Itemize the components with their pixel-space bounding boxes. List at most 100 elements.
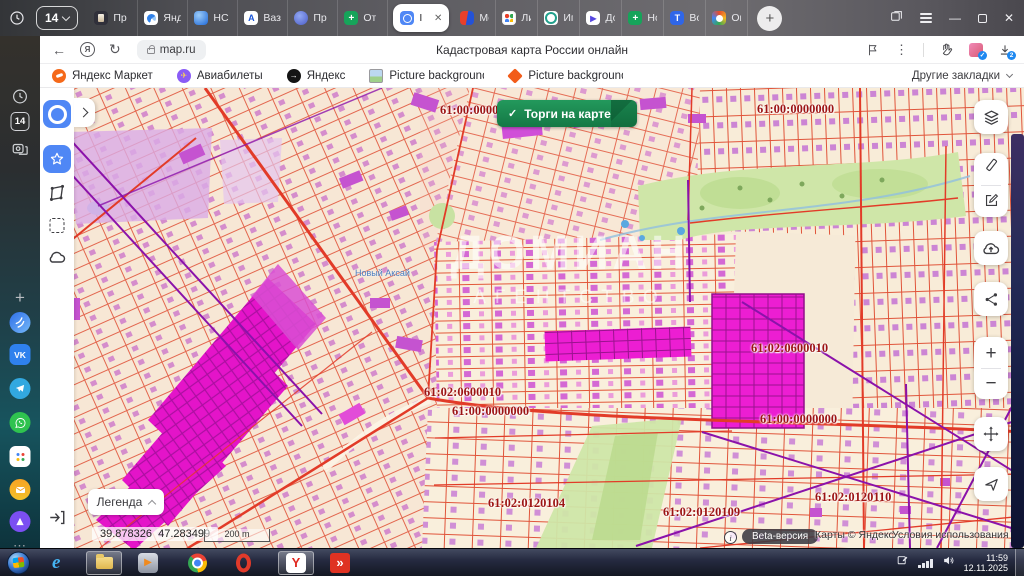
address-bar[interactable]: map.ru — [137, 40, 206, 60]
place-label: Новый Аксай — [355, 268, 410, 278]
locate-button[interactable] — [974, 467, 1008, 501]
minimize-button[interactable]: — — [949, 11, 961, 25]
network-icon[interactable] — [918, 559, 933, 568]
taskbar-chrome[interactable] — [188, 553, 207, 572]
taskbar-opera[interactable] — [236, 553, 251, 572]
tab-5-favicon — [294, 11, 308, 25]
share-button[interactable] — [974, 282, 1008, 316]
edit-icon[interactable] — [983, 192, 1000, 214]
tab-12[interactable]: Но — [622, 0, 664, 36]
terms-link[interactable]: Условия использования — [892, 529, 1009, 541]
layers-button[interactable] — [974, 100, 1008, 134]
bookmark-label: Picture background — [528, 70, 623, 82]
tab-10[interactable]: Ип — [538, 0, 580, 36]
volume-icon[interactable] — [942, 554, 955, 572]
start-button[interactable] — [7, 551, 30, 574]
zoom-in-button[interactable]: + — [974, 339, 1008, 368]
cadastral-quarter-label: 61:00:0000000 — [760, 412, 837, 427]
protect-hand-icon[interactable] — [939, 42, 954, 57]
exit-icon[interactable] — [48, 508, 67, 527]
download-count-badge: 2 — [1007, 51, 1016, 60]
bookmark-aviabilety[interactable]: Авиабилеты — [177, 69, 263, 83]
back-button[interactable]: ← — [52, 42, 66, 58]
expand-panel-button[interactable] — [74, 98, 95, 127]
yandex-icon — [287, 69, 301, 83]
menu-icon[interactable] — [920, 13, 932, 23]
tab-close-icon[interactable]: ✕ — [434, 13, 442, 24]
bookmark-yandex-market[interactable]: Яндекс Маркет — [52, 69, 153, 83]
favorites-star-button[interactable] — [43, 145, 71, 173]
close-button[interactable]: ✕ — [1004, 11, 1014, 25]
cloud-icon[interactable] — [47, 250, 67, 264]
screenshot-icon[interactable] — [11, 140, 29, 158]
browser-tab-strip: 14 Пр Янд НС Ваз Пр От I ✕ Мо Ли Ип До Н… — [0, 0, 1024, 36]
cloud-upload-button[interactable] — [974, 231, 1008, 265]
taskbar-yandex-browser[interactable]: Y — [278, 551, 314, 575]
tab-8[interactable]: Мо — [454, 0, 496, 36]
other-bookmarks-button[interactable]: Другие закладки — [912, 70, 1012, 82]
tab-3[interactable]: НС — [188, 0, 238, 36]
tab-1[interactable]: Пр — [88, 0, 138, 36]
sidebar-history-icon[interactable] — [12, 88, 29, 105]
vk-icon[interactable]: VK — [10, 344, 31, 365]
tab-11[interactable]: До — [580, 0, 622, 36]
area-select-icon[interactable] — [50, 218, 65, 233]
tab-active[interactable]: I ✕ — [393, 4, 449, 32]
refresh-button[interactable]: ↻ — [109, 41, 121, 58]
draw-ruler-icon[interactable] — [983, 157, 1000, 179]
tab-4[interactable]: Ваз — [238, 0, 288, 36]
folder-icon — [96, 557, 113, 569]
tab-5[interactable]: Пр — [288, 0, 338, 36]
clock-time: 11:59 — [964, 553, 1008, 564]
cadastral-map[interactable] — [40, 88, 1024, 548]
side-panel-icon[interactable] — [890, 10, 903, 26]
telegram-icon[interactable] — [10, 378, 31, 399]
url-text: map.ru — [160, 44, 196, 56]
profile-icon[interactable]: Я — [80, 42, 95, 57]
whatsapp-icon[interactable] — [10, 412, 31, 433]
taskbar-remote-app[interactable]: » — [330, 553, 350, 573]
trades-on-map-button[interactable]: ✓ Торги на карте — [497, 100, 637, 127]
sidebar-add-icon[interactable]: + — [15, 288, 25, 308]
show-desktop-button[interactable] — [1015, 549, 1024, 576]
alice-icon[interactable] — [10, 511, 31, 532]
info-icon[interactable]: i — [724, 531, 737, 544]
legend-button[interactable]: Легенда — [88, 489, 164, 515]
taskbar-internet-explorer[interactable]: e — [52, 552, 60, 574]
tab-14[interactable]: Он — [706, 0, 748, 36]
history-clock-icon[interactable] — [6, 7, 28, 29]
taskbar-clock[interactable]: 11:59 12.11.2025 — [964, 553, 1008, 574]
polygon-select-icon[interactable] — [48, 184, 67, 203]
bookmark-label: Авиабилеты — [197, 70, 263, 82]
tab-13-favicon — [670, 11, 684, 25]
tab-title: Ип — [563, 12, 573, 24]
legend-label: Легенда — [97, 495, 143, 509]
zen-icon[interactable] — [10, 312, 31, 333]
more-actions-icon[interactable]: ⋮ — [895, 42, 908, 58]
map-copyright[interactable]: Карты © Яндекс — [815, 529, 894, 541]
cadastral-quarter-label: 61:02:0120110 — [815, 490, 891, 505]
maximize-button[interactable] — [978, 14, 987, 23]
tab-6[interactable]: От — [338, 0, 388, 36]
sidebar-tab-count[interactable]: 14 — [11, 112, 30, 131]
extension-icon[interactable]: ✓ — [969, 43, 983, 57]
services-grid-icon[interactable] — [10, 446, 31, 467]
bookmark-flag-icon[interactable] — [866, 43, 880, 57]
taskbar-file-explorer[interactable] — [86, 551, 122, 575]
chevron-down-icon — [62, 12, 70, 20]
tab-counter[interactable]: 14 — [36, 6, 78, 30]
downloads-icon[interactable]: 2 — [998, 43, 1012, 57]
bookmark-yandex[interactable]: Яндекс — [287, 69, 346, 83]
site-logo[interactable] — [43, 100, 71, 128]
mail-icon[interactable] — [10, 479, 31, 500]
tab-2[interactable]: Янд — [138, 0, 188, 36]
bookmark-picture-1[interactable]: Picture background — [369, 69, 484, 83]
zoom-out-button[interactable]: − — [974, 369, 1008, 398]
new-tab-button[interactable]: + — [757, 6, 782, 31]
taskbar-media-player[interactable]: ▶ — [138, 553, 158, 573]
pan-button[interactable] — [974, 417, 1008, 451]
bookmark-picture-2[interactable]: Picture background — [508, 69, 623, 83]
tab-13[interactable]: Во — [664, 0, 706, 36]
action-center-icon[interactable] — [896, 554, 909, 572]
tab-9[interactable]: Ли — [496, 0, 538, 36]
